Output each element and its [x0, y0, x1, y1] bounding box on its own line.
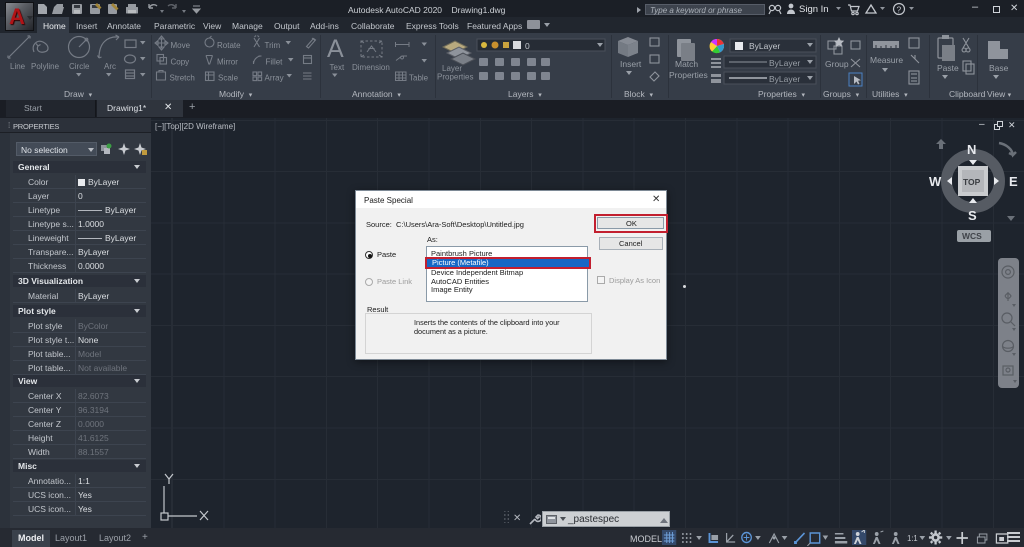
svg-text:Paste: Paste	[937, 63, 959, 73]
svg-text:Copy: Copy	[171, 58, 190, 67]
svg-text:Move: Move	[171, 41, 191, 50]
svg-text:Polyline: Polyline	[31, 62, 60, 71]
svg-text:E: E	[1009, 174, 1018, 189]
svg-text:Fillet: Fillet	[266, 58, 284, 67]
svg-text:TOP: TOP	[963, 177, 981, 187]
svg-text:W: W	[929, 174, 942, 189]
svg-text:0: 0	[525, 41, 530, 51]
svg-text:Array: Array	[265, 74, 284, 83]
svg-text:Trim: Trim	[265, 41, 281, 50]
svg-text:?: ?	[897, 5, 902, 15]
svg-text:Measure: Measure	[870, 55, 903, 65]
svg-text:Base: Base	[989, 63, 1009, 73]
svg-text:Sign In: Sign In	[799, 4, 829, 15]
svg-text:A: A	[327, 35, 344, 63]
svg-text:S: S	[968, 208, 977, 223]
svg-text:Match: Match	[675, 59, 698, 69]
svg-text:Text: Text	[330, 63, 345, 72]
svg-text:ByLayer: ByLayer	[769, 74, 800, 84]
svg-text:Scale: Scale	[218, 74, 239, 83]
svg-text:ByLayer: ByLayer	[749, 41, 780, 51]
svg-text:Properties: Properties	[437, 73, 473, 82]
svg-text:ByLayer: ByLayer	[769, 58, 800, 68]
svg-text:Line: Line	[10, 62, 26, 71]
svg-text:Circle: Circle	[69, 62, 90, 71]
svg-text:Mirror: Mirror	[217, 58, 238, 67]
svg-text:N: N	[967, 142, 976, 157]
svg-text:Properties: Properties	[669, 70, 708, 80]
svg-text:Arc: Arc	[104, 62, 116, 71]
svg-text:Dimension: Dimension	[352, 63, 390, 72]
svg-text:Group: Group	[825, 59, 849, 69]
svg-text:Insert: Insert	[620, 59, 642, 69]
svg-text:1:1: 1:1	[907, 534, 918, 543]
svg-text:Rotate: Rotate	[217, 41, 241, 50]
svg-text:Stretch: Stretch	[170, 74, 195, 83]
svg-text:Table: Table	[409, 74, 429, 83]
